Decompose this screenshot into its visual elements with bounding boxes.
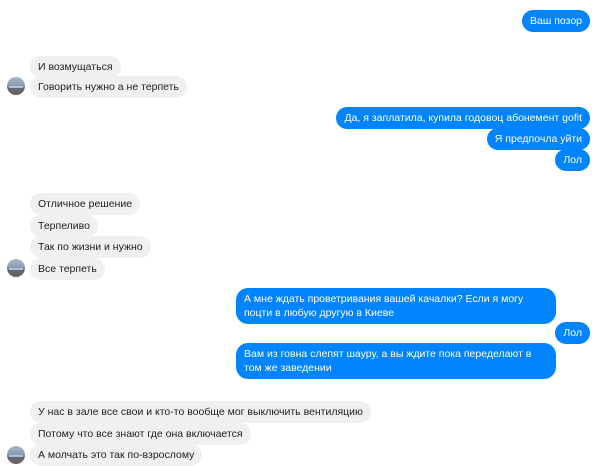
outgoing-message[interactable]: Лол [555,322,590,344]
incoming-message[interactable]: И возмущаться [30,56,121,78]
contact-avatar[interactable] [7,446,25,464]
incoming-message[interactable]: Так по жизни и нужно [30,236,151,258]
outgoing-message[interactable]: Да, я заплатила, купила годовоц абонемен… [336,107,590,129]
incoming-message[interactable]: А молчать это так по-взрослому [30,444,203,466]
outgoing-message[interactable]: Я предпочла уйти [486,128,590,150]
outgoing-message[interactable]: А мне ждать проветривания вашей качалки?… [236,288,556,324]
incoming-message[interactable]: Терпеливо [30,215,98,237]
incoming-message[interactable]: У нас в зале все свои и кто-то вообще мо… [30,401,371,423]
contact-avatar[interactable] [7,259,25,277]
outgoing-message[interactable]: Лол [555,149,590,171]
outgoing-message[interactable]: Ваш позор [522,10,590,32]
contact-avatar[interactable] [7,77,25,95]
incoming-message[interactable]: Потому что все знают где она включается [30,423,251,445]
incoming-message[interactable]: Говорить нужно а не терпеть [30,76,187,98]
outgoing-message[interactable]: Вам из говна слепят шауру, а вы ждите по… [236,343,556,379]
incoming-message[interactable]: Все терпеть [30,258,105,280]
incoming-message[interactable]: Отличное решение [30,193,141,215]
